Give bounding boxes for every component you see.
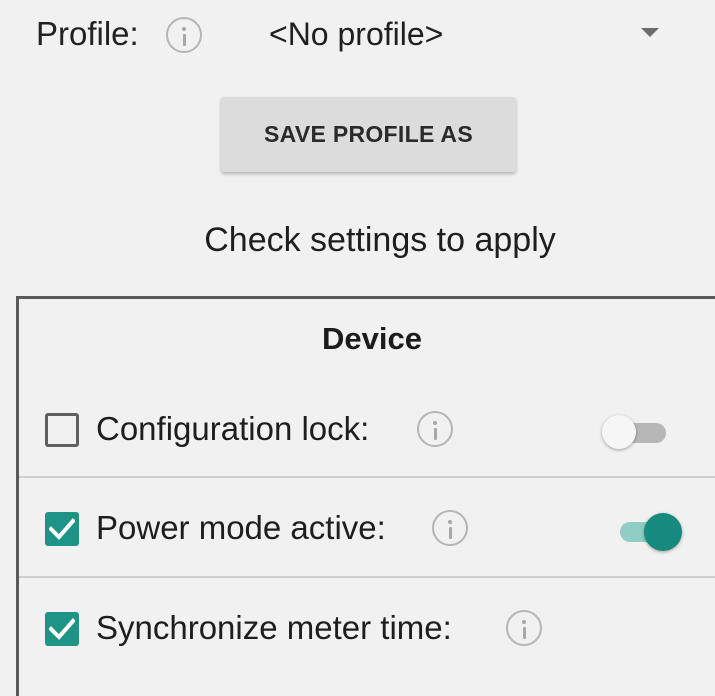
save-profile-as-button[interactable]: SAVE PROFILE AS [221, 97, 516, 172]
profile-row: Profile: <No profile> [0, 0, 715, 78]
switch-thumb [644, 513, 682, 551]
profile-selected-value: <No profile> [269, 16, 444, 52]
setting-row-synchronize-meter-time: Synchronize meter time: [19, 577, 715, 677]
power-mode-active-info-icon[interactable] [432, 510, 468, 546]
synchronize-meter-time-info-icon[interactable] [506, 610, 542, 646]
synchronize-meter-time-checkbox[interactable] [45, 612, 79, 646]
checkmark-icon [49, 618, 75, 640]
checkmark-icon [49, 518, 75, 540]
power-mode-active-checkbox[interactable] [45, 512, 79, 546]
profile-dropdown[interactable]: <No profile> [240, 0, 680, 78]
configuration-lock-label: Configuration lock: [96, 410, 370, 447]
configuration-lock-switch[interactable] [602, 415, 670, 449]
switch-thumb [602, 415, 636, 449]
device-panel: Device Configuration lock: Power mode ac… [16, 296, 715, 696]
profile-label: Profile: [36, 15, 139, 52]
configuration-lock-info-icon[interactable] [417, 411, 453, 447]
synchronize-meter-time-label: Synchronize meter time: [96, 609, 452, 646]
setting-row-power-mode-active: Power mode active: [19, 477, 715, 577]
device-section-title: Device [322, 321, 422, 356]
profile-info-icon[interactable] [166, 17, 202, 53]
setting-row-configuration-lock: Configuration lock: [19, 378, 715, 478]
configuration-lock-checkbox[interactable] [45, 413, 79, 447]
check-settings-caption: Check settings to apply [204, 221, 556, 259]
dropdown-arrow-icon [641, 28, 659, 37]
power-mode-active-switch[interactable] [602, 513, 692, 551]
power-mode-active-label: Power mode active: [96, 509, 386, 546]
